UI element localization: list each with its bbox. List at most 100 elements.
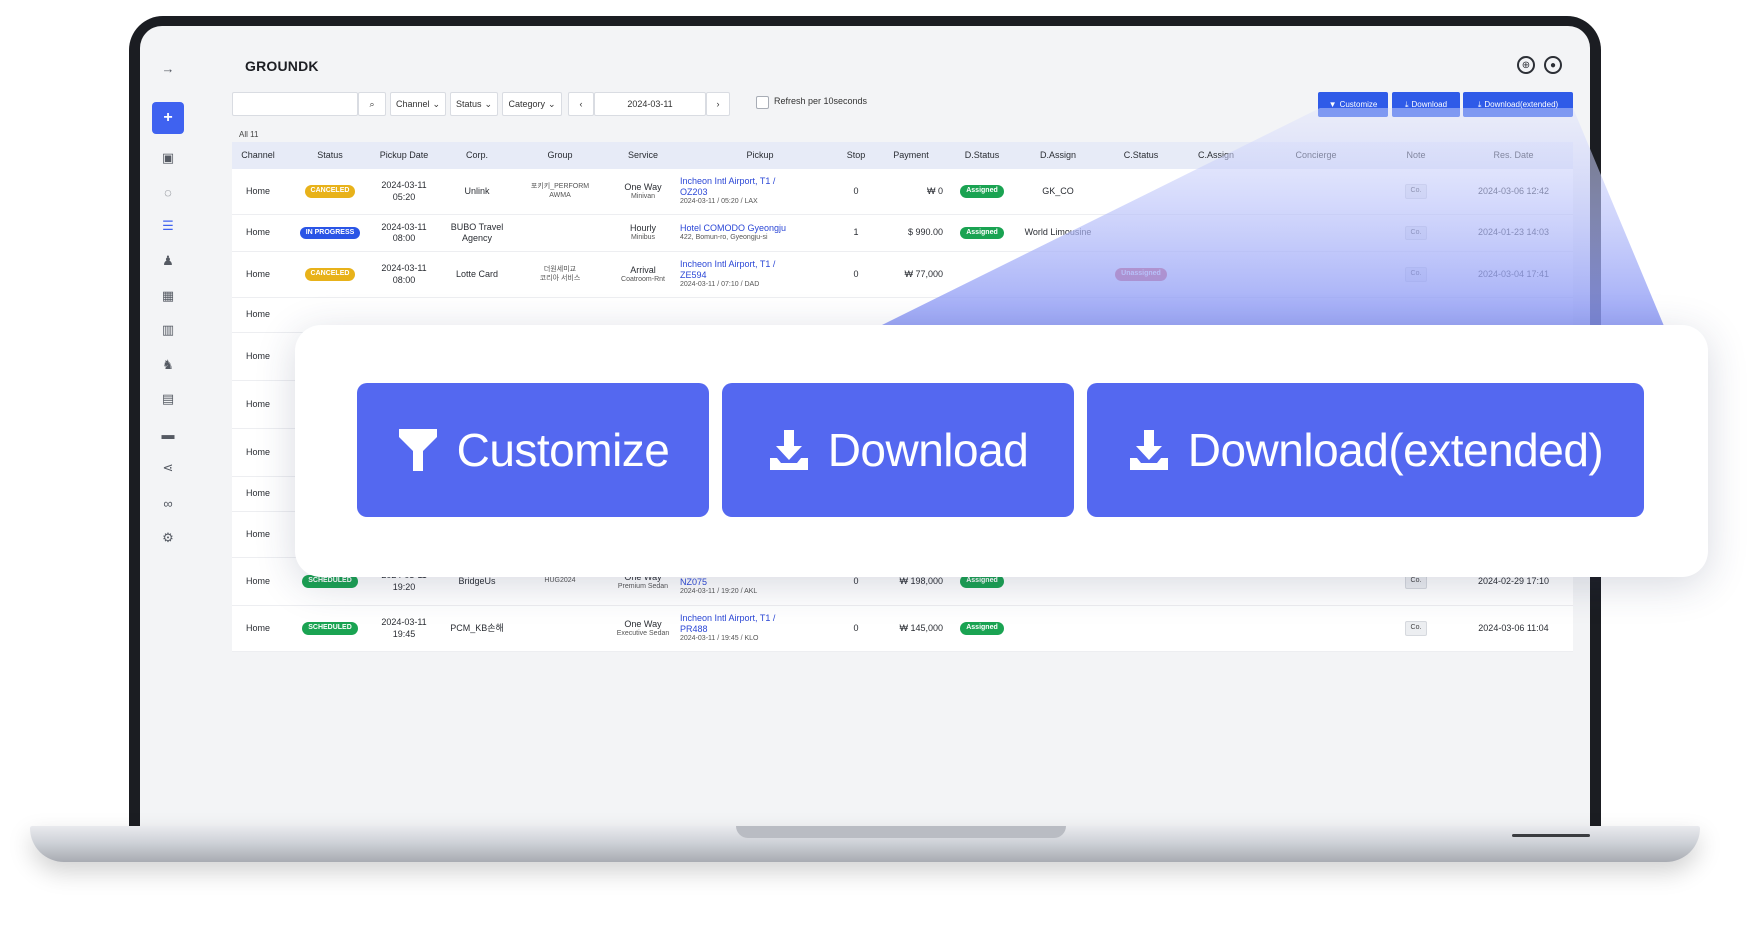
user-plus-icon[interactable]: ♟ <box>152 245 184 277</box>
next-date-button[interactable]: › <box>706 92 730 116</box>
chevron-down-icon: ⌄ <box>432 98 441 109</box>
download-icon <box>769 430 808 470</box>
link-icon[interactable]: ∞ <box>152 487 184 519</box>
channel-cell: Home <box>245 622 270 633</box>
stop-count: 0 <box>853 575 859 586</box>
vehicle-type: Executive Sedan <box>616 629 670 637</box>
user-circle-icon[interactable]: ● <box>1544 56 1562 74</box>
list-icon[interactable]: ☰ <box>152 210 184 242</box>
laptop-base <box>30 826 1700 862</box>
stop-count: 0 <box>853 268 859 279</box>
search-icon: ⌕ <box>369 98 375 109</box>
pickup-date: 2024-03-11 <box>381 263 427 274</box>
customize-button[interactable]: Customize <box>357 383 709 517</box>
pickup-flight-link[interactable]: NZ075 <box>680 577 707 588</box>
category-select[interactable]: Category ⌄ <box>502 92 562 116</box>
calendar-icon[interactable]: ▦ <box>152 280 184 312</box>
channel-cell: Home <box>245 185 270 196</box>
column-header[interactable]: Pickup <box>680 142 840 169</box>
pickup-detail: 2024-03-11 / 19:45 / KLO <box>680 635 759 643</box>
column-header[interactable]: C.Assign <box>1182 142 1250 169</box>
status-badge: IN PROGRESS <box>299 226 361 240</box>
channel-select[interactable]: Channel ⌄ <box>390 92 446 116</box>
status-select[interactable]: Status ⌄ <box>450 92 498 116</box>
column-header[interactable]: D.Status <box>950 142 1014 169</box>
note-button[interactable]: Co. <box>1404 267 1428 282</box>
column-header[interactable]: Concierge <box>1252 142 1380 169</box>
group-cell-line2: 코리아 서비스 <box>539 274 581 282</box>
corp-cell: Lotte Card <box>455 268 499 279</box>
note-button[interactable]: Co. <box>1404 184 1428 199</box>
download-button-small[interactable]: ⤓ Download <box>1392 92 1460 117</box>
channel-cell: Home <box>245 268 270 279</box>
table-row[interactable]: Home CANCELED 2024-03-11 05:20 Unlink 포키키_PER… <box>232 169 1573 215</box>
vehicle-type: Minivan <box>630 192 656 200</box>
channel-cell: Home <box>245 350 270 361</box>
search-input[interactable] <box>232 92 358 116</box>
download-extended-button[interactable]: Download(extended) <box>1087 383 1644 517</box>
pickup-link[interactable]: Hotel COMODO Gyeongju <box>680 223 786 234</box>
chevron-right-icon: › <box>716 99 720 109</box>
channel-cell: Home <box>245 575 270 586</box>
channel-cell: Home <box>245 446 270 457</box>
map-icon[interactable]: ▥ <box>152 314 184 346</box>
filter-icon <box>398 429 437 471</box>
pickup-flight-link[interactable]: PR488 <box>680 624 708 635</box>
column-header[interactable]: Payment <box>875 142 947 169</box>
pickup-date: 2024-03-11 <box>381 180 427 191</box>
download-extended-button-small[interactable]: ⤓ Download(extended) <box>1463 92 1573 117</box>
corp-cell: BridgeUs <box>458 575 496 586</box>
settings-icon[interactable]: ⚙ <box>152 522 184 554</box>
globe-icon[interactable]: ⊕ <box>1517 56 1535 74</box>
column-header[interactable]: Corp. <box>442 142 512 169</box>
column-header[interactable]: D.Assign <box>1017 142 1099 169</box>
column-header[interactable]: Res. Date <box>1454 142 1573 169</box>
pickup-date: 2024-03-11 <box>381 221 427 232</box>
pickup-link[interactable]: Incheon Intl Airport, T1 / <box>680 259 775 270</box>
download-extended-label: Download(extended) <box>1484 100 1559 109</box>
customize-button-small[interactable]: ▼ Customize <box>1318 92 1388 117</box>
arrow-right-icon[interactable]: → <box>152 52 184 84</box>
column-header[interactable]: Stop <box>840 142 872 169</box>
table-row[interactable]: Home IN PROGRESS 2024-03-11 08:00 BUBO Trave… <box>232 215 1573 252</box>
table-row[interactable]: Home CANCELED 2024-03-11 08:00 Lotte Card 더원세… <box>232 252 1573 298</box>
note-button[interactable]: Co. <box>1404 621 1428 636</box>
download-icon <box>1129 430 1168 470</box>
pickup-flight-link[interactable]: ZE594 <box>680 270 707 281</box>
column-header[interactable]: Status <box>294 142 366 169</box>
table-row[interactable]: Home SCHEDULED 2024-03-11 19:45 PCM_KB손해 One … <box>232 606 1573 652</box>
pickup-link[interactable]: Incheon Intl Airport, T1 / <box>680 613 775 624</box>
column-header[interactable]: Pickup Date <box>369 142 439 169</box>
column-header[interactable]: C.Status <box>1102 142 1180 169</box>
corp-cell-line2: Agency <box>461 233 493 243</box>
search-button[interactable]: ⌕ <box>358 92 386 116</box>
vehicle-type: Minibus <box>630 234 656 242</box>
refresh-label: Refresh per 10seconds <box>774 96 868 106</box>
users-icon[interactable]: ♞ <box>152 349 184 381</box>
driver-status-badge: Assigned <box>960 575 1004 588</box>
table-header: Channel Status Pickup Date Corp. Group Servic… <box>232 142 1573 169</box>
reservation-date: 2024-03-06 12:42 <box>1477 185 1550 196</box>
pickup-link[interactable]: Incheon Intl Airport, T1 / <box>680 176 775 187</box>
plus-icon[interactable]: + <box>152 102 184 134</box>
date-value: 2024-03-11 <box>627 99 673 109</box>
pickup-flight-link[interactable]: OZ203 <box>680 187 708 198</box>
refresh-checkbox[interactable] <box>756 96 769 109</box>
group-cell: 더원세미교 <box>543 265 577 273</box>
check-circle-icon[interactable]: ◌ <box>152 176 184 208</box>
channel-cell: Home <box>245 309 270 320</box>
column-header[interactable]: Group <box>515 142 605 169</box>
download-button[interactable]: Download <box>722 383 1074 517</box>
column-header[interactable]: Note <box>1382 142 1450 169</box>
folder-icon[interactable]: ▬ <box>152 418 184 450</box>
date-field[interactable]: 2024-03-11 <box>594 92 706 116</box>
column-header[interactable]: Service <box>609 142 677 169</box>
prev-date-button[interactable]: ‹ <box>568 92 594 116</box>
column-header[interactable]: Channel <box>232 142 284 169</box>
building-icon[interactable]: ▤ <box>152 383 184 415</box>
zoomed-action-card: Customize Download Download(extended) <box>295 325 1708 577</box>
note-button[interactable]: Co. <box>1404 225 1428 241</box>
share-icon[interactable]: ⋖ <box>152 452 184 484</box>
clipboard-icon[interactable]: ▣ <box>152 142 184 174</box>
driver-status-badge: Assigned <box>960 226 1004 240</box>
